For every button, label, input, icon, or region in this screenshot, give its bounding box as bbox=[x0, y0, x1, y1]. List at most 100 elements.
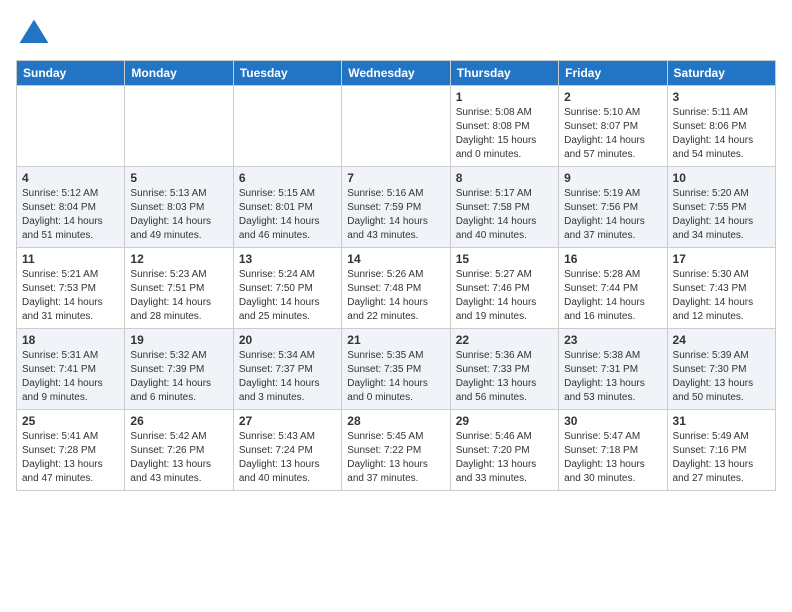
day-info: Sunrise: 5:43 AM Sunset: 7:24 PM Dayligh… bbox=[239, 430, 336, 486]
calendar-cell: 26Sunrise: 5:42 AM Sunset: 7:26 PM Dayli… bbox=[125, 410, 233, 491]
day-info: Sunrise: 5:20 AM Sunset: 7:55 PM Dayligh… bbox=[673, 187, 770, 243]
day-info: Sunrise: 5:26 AM Sunset: 7:48 PM Dayligh… bbox=[347, 268, 444, 324]
day-info: Sunrise: 5:34 AM Sunset: 7:37 PM Dayligh… bbox=[239, 349, 336, 405]
day-number: 24 bbox=[673, 333, 770, 347]
calendar-cell: 5 Sunrise: 5:13 AM Sunset: 8:03 PM Daylig… bbox=[125, 167, 233, 248]
calendar-cell: 9 Sunrise: 5:19 AM Sunset: 7:56 PM Daylig… bbox=[559, 167, 667, 248]
day-number: 19 bbox=[130, 333, 227, 347]
calendar-header-tuesday: Tuesday bbox=[233, 61, 341, 86]
day-number: 23 bbox=[564, 333, 661, 347]
day-info: Sunrise: 5:32 AM Sunset: 7:39 PM Dayligh… bbox=[130, 349, 227, 405]
day-number: 28 bbox=[347, 414, 444, 428]
calendar-header-row: SundayMondayTuesdayWednesdayThursdayFrid… bbox=[17, 61, 776, 86]
calendar-cell: 31 Sunrise: 5:49 AM Sunset: 7:16 PM Dayli… bbox=[667, 410, 775, 491]
day-number: 12 bbox=[130, 252, 227, 266]
day-number: 31 bbox=[673, 414, 770, 428]
day-info: Sunrise: 5:39 AM Sunset: 7:30 PM Dayligh… bbox=[673, 349, 770, 405]
calendar-cell: 17 Sunrise: 5:30 AM Sunset: 7:43 PM Dayli… bbox=[667, 248, 775, 329]
day-info: Sunrise: 5:41 AM Sunset: 7:28 PM Dayligh… bbox=[22, 430, 119, 486]
day-info: Sunrise: 5:12 AM Sunset: 8:04 PM Dayligh… bbox=[22, 187, 119, 243]
calendar-cell: 11 Sunrise: 5:21 AM Sunset: 7:53 PM Dayli… bbox=[17, 248, 125, 329]
calendar-week-3: 11 Sunrise: 5:21 AM Sunset: 7:53 PM Dayli… bbox=[17, 248, 776, 329]
day-number: 18 bbox=[22, 333, 119, 347]
logo-icon bbox=[16, 16, 52, 52]
day-info: Sunrise: 5:13 AM Sunset: 8:03 PM Dayligh… bbox=[130, 187, 227, 243]
day-info: Sunrise: 5:08 AM Sunset: 8:08 PM Dayligh… bbox=[456, 106, 553, 162]
calendar-cell: 27 Sunrise: 5:43 AM Sunset: 7:24 PM Dayli… bbox=[233, 410, 341, 491]
day-number: 15 bbox=[456, 252, 553, 266]
calendar-cell: 30 Sunrise: 5:47 AM Sunset: 7:18 PM Dayli… bbox=[559, 410, 667, 491]
day-number: 17 bbox=[673, 252, 770, 266]
calendar-header-thursday: Thursday bbox=[450, 61, 558, 86]
day-number: 1 bbox=[456, 90, 553, 104]
calendar-cell: 21 Sunrise: 5:35 AM Sunset: 7:35 PM Dayli… bbox=[342, 329, 450, 410]
day-info: Sunrise: 5:45 AM Sunset: 7:22 PM Dayligh… bbox=[347, 430, 444, 486]
calendar-cell: 7 Sunrise: 5:16 AM Sunset: 7:59 PM Daylig… bbox=[342, 167, 450, 248]
calendar-header-wednesday: Wednesday bbox=[342, 61, 450, 86]
day-info: Sunrise: 5:31 AM Sunset: 7:41 PM Dayligh… bbox=[22, 349, 119, 405]
calendar-cell: 1 Sunrise: 5:08 AM Sunset: 8:08 PM Daylig… bbox=[450, 86, 558, 167]
day-number: 27 bbox=[239, 414, 336, 428]
day-number: 4 bbox=[22, 171, 119, 185]
calendar-cell: 10 Sunrise: 5:20 AM Sunset: 7:55 PM Dayli… bbox=[667, 167, 775, 248]
page-header bbox=[16, 16, 776, 52]
day-info: Sunrise: 5:38 AM Sunset: 7:31 PM Dayligh… bbox=[564, 349, 661, 405]
calendar-cell: 3Sunrise: 5:11 AM Sunset: 8:06 PM Daylig… bbox=[667, 86, 775, 167]
calendar-cell: 4 Sunrise: 5:12 AM Sunset: 8:04 PM Daylig… bbox=[17, 167, 125, 248]
day-number: 7 bbox=[347, 171, 444, 185]
day-info: Sunrise: 5:17 AM Sunset: 7:58 PM Dayligh… bbox=[456, 187, 553, 243]
calendar-header-sunday: Sunday bbox=[17, 61, 125, 86]
day-number: 5 bbox=[130, 171, 227, 185]
calendar-cell: 13 Sunrise: 5:24 AM Sunset: 7:50 PM Dayli… bbox=[233, 248, 341, 329]
day-info: Sunrise: 5:30 AM Sunset: 7:43 PM Dayligh… bbox=[673, 268, 770, 324]
day-number: 13 bbox=[239, 252, 336, 266]
calendar-header-saturday: Saturday bbox=[667, 61, 775, 86]
day-info: Sunrise: 5:16 AM Sunset: 7:59 PM Dayligh… bbox=[347, 187, 444, 243]
calendar-cell: 19 Sunrise: 5:32 AM Sunset: 7:39 PM Dayli… bbox=[125, 329, 233, 410]
day-info: Sunrise: 5:49 AM Sunset: 7:16 PM Dayligh… bbox=[673, 430, 770, 486]
day-number: 30 bbox=[564, 414, 661, 428]
day-number: 22 bbox=[456, 333, 553, 347]
day-info: Sunrise: 5:19 AM Sunset: 7:56 PM Dayligh… bbox=[564, 187, 661, 243]
calendar-cell bbox=[125, 86, 233, 167]
day-number: 21 bbox=[347, 333, 444, 347]
day-number: 25 bbox=[22, 414, 119, 428]
day-number: 8 bbox=[456, 171, 553, 185]
logo bbox=[16, 16, 56, 52]
calendar-week-5: 25 Sunrise: 5:41 AM Sunset: 7:28 PM Dayli… bbox=[17, 410, 776, 491]
calendar-cell: 20 Sunrise: 5:34 AM Sunset: 7:37 PM Dayli… bbox=[233, 329, 341, 410]
day-number: 9 bbox=[564, 171, 661, 185]
calendar-week-2: 4 Sunrise: 5:12 AM Sunset: 8:04 PM Daylig… bbox=[17, 167, 776, 248]
day-number: 29 bbox=[456, 414, 553, 428]
calendar-week-4: 18 Sunrise: 5:31 AM Sunset: 7:41 PM Dayli… bbox=[17, 329, 776, 410]
day-info: Sunrise: 5:15 AM Sunset: 8:01 PM Dayligh… bbox=[239, 187, 336, 243]
day-number: 10 bbox=[673, 171, 770, 185]
calendar-cell: 2Sunrise: 5:10 AM Sunset: 8:07 PM Daylig… bbox=[559, 86, 667, 167]
calendar-cell: 25 Sunrise: 5:41 AM Sunset: 7:28 PM Dayli… bbox=[17, 410, 125, 491]
calendar-table: SundayMondayTuesdayWednesdayThursdayFrid… bbox=[16, 60, 776, 491]
calendar-cell: 22Sunrise: 5:36 AM Sunset: 7:33 PM Dayli… bbox=[450, 329, 558, 410]
day-info: Sunrise: 5:46 AM Sunset: 7:20 PM Dayligh… bbox=[456, 430, 553, 486]
day-number: 14 bbox=[347, 252, 444, 266]
calendar-cell: 24 Sunrise: 5:39 AM Sunset: 7:30 PM Dayli… bbox=[667, 329, 775, 410]
calendar-cell: 16 Sunrise: 5:28 AM Sunset: 7:44 PM Dayli… bbox=[559, 248, 667, 329]
day-info: Sunrise: 5:21 AM Sunset: 7:53 PM Dayligh… bbox=[22, 268, 119, 324]
calendar-cell: 18 Sunrise: 5:31 AM Sunset: 7:41 PM Dayli… bbox=[17, 329, 125, 410]
calendar-cell: 15 Sunrise: 5:27 AM Sunset: 7:46 PM Dayli… bbox=[450, 248, 558, 329]
calendar-cell bbox=[233, 86, 341, 167]
day-info: Sunrise: 5:24 AM Sunset: 7:50 PM Dayligh… bbox=[239, 268, 336, 324]
calendar-header-friday: Friday bbox=[559, 61, 667, 86]
day-number: 16 bbox=[564, 252, 661, 266]
day-info: Sunrise: 5:28 AM Sunset: 7:44 PM Dayligh… bbox=[564, 268, 661, 324]
day-info: Sunrise: 5:27 AM Sunset: 7:46 PM Dayligh… bbox=[456, 268, 553, 324]
calendar-cell: 23 Sunrise: 5:38 AM Sunset: 7:31 PM Dayli… bbox=[559, 329, 667, 410]
day-number: 3 bbox=[673, 90, 770, 104]
day-info: Sunrise: 5:47 AM Sunset: 7:18 PM Dayligh… bbox=[564, 430, 661, 486]
day-number: 26 bbox=[130, 414, 227, 428]
day-number: 11 bbox=[22, 252, 119, 266]
day-number: 2 bbox=[564, 90, 661, 104]
day-info: Sunrise: 5:35 AM Sunset: 7:35 PM Dayligh… bbox=[347, 349, 444, 405]
calendar-cell: 29 Sunrise: 5:46 AM Sunset: 7:20 PM Dayli… bbox=[450, 410, 558, 491]
day-number: 20 bbox=[239, 333, 336, 347]
calendar-cell: 8 Sunrise: 5:17 AM Sunset: 7:58 PM Daylig… bbox=[450, 167, 558, 248]
